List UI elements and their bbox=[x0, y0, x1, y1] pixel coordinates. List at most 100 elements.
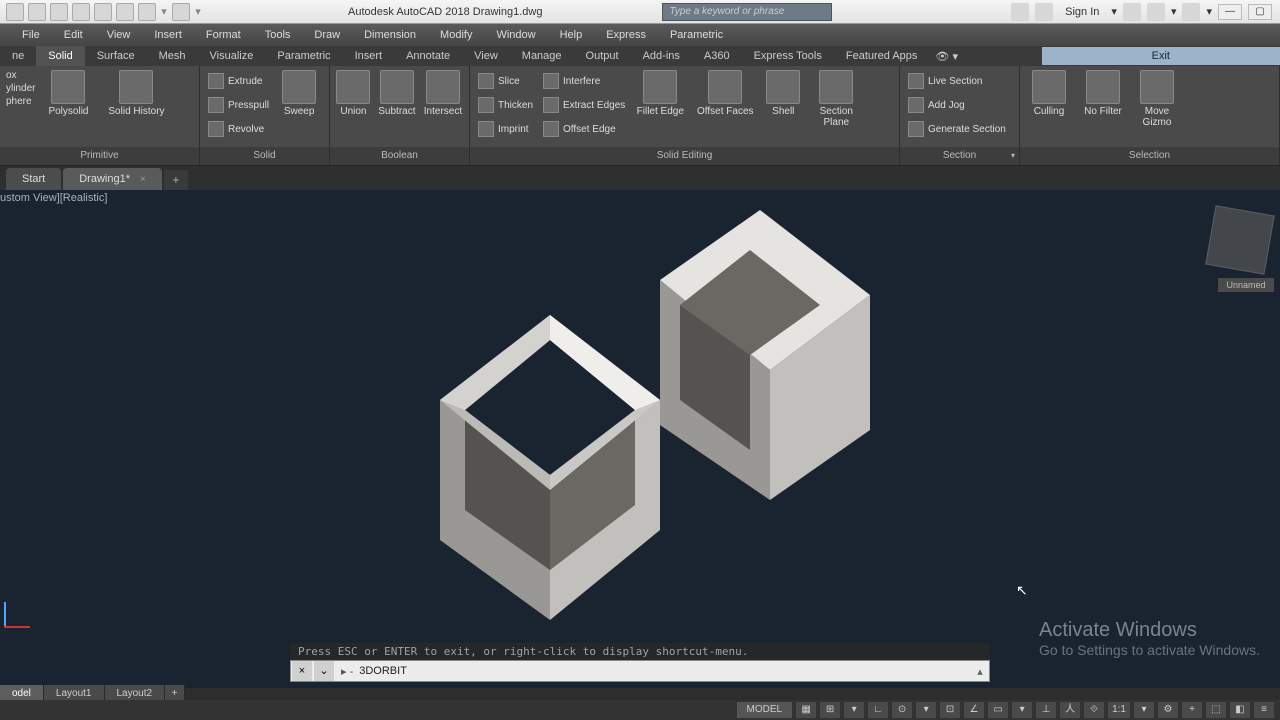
tab-start[interactable]: Start bbox=[6, 168, 61, 190]
exit-button[interactable]: Exit bbox=[1042, 47, 1280, 65]
status-scale[interactable]: 1:1 bbox=[1108, 702, 1130, 718]
status-osnap-icon[interactable]: ⊡ bbox=[940, 702, 960, 718]
panel-section-title[interactable]: Section bbox=[900, 147, 1019, 165]
menu-dimension[interactable]: Dimension bbox=[352, 29, 428, 41]
status-snap-icon[interactable]: ⊞ bbox=[820, 702, 840, 718]
ribtab-featured[interactable]: Featured Apps bbox=[834, 46, 930, 66]
status-custom-icon[interactable]: ≡ bbox=[1254, 702, 1274, 718]
intersect-button[interactable]: Intersect bbox=[423, 70, 463, 117]
qat-dropdown-icon[interactable]: ▾ bbox=[160, 5, 168, 18]
menu-parametric[interactable]: Parametric bbox=[658, 29, 735, 41]
sweep-button[interactable]: Sweep bbox=[277, 70, 321, 117]
search-box[interactable]: Type a keyword or phrase bbox=[662, 3, 832, 21]
status-model[interactable]: MODEL bbox=[737, 702, 793, 718]
ribtab-mesh[interactable]: Mesh bbox=[147, 46, 198, 66]
addjog-button[interactable]: Add Jog bbox=[906, 94, 1008, 116]
cloud-dropdown-icon[interactable]: ▾ bbox=[1171, 5, 1177, 18]
viewport-label[interactable]: ustom View][Realistic] bbox=[0, 192, 107, 204]
status-dd3-icon[interactable]: ▾ bbox=[1012, 702, 1032, 718]
command-close-button[interactable]: × bbox=[292, 661, 312, 681]
status-polar-icon[interactable]: ⊙ bbox=[892, 702, 912, 718]
redo-button[interactable] bbox=[172, 3, 190, 21]
status-clean-icon[interactable]: ◧ bbox=[1230, 702, 1250, 718]
status-tpy-icon[interactable]: 人 bbox=[1060, 702, 1080, 718]
help-icon[interactable] bbox=[1182, 3, 1200, 21]
status-dyn-icon[interactable]: ▭ bbox=[988, 702, 1008, 718]
minimize-button[interactable]: — bbox=[1218, 4, 1242, 20]
status-dd4-icon[interactable]: ▾ bbox=[1134, 702, 1154, 718]
status-grid-icon[interactable]: ▦ bbox=[796, 702, 816, 718]
ribtab-solid[interactable]: Solid bbox=[36, 46, 84, 66]
thicken-button[interactable]: Thicken bbox=[476, 94, 535, 116]
union-button[interactable]: Union bbox=[336, 70, 371, 117]
sectionplane-button[interactable]: Section Plane bbox=[809, 70, 863, 128]
qat-dropdown2-icon[interactable]: ▾ bbox=[194, 5, 202, 18]
ribtab-parametric[interactable]: Parametric bbox=[265, 46, 342, 66]
status-anno-icon[interactable]: ⟐ bbox=[1084, 702, 1104, 718]
sphere-button[interactable]: phere bbox=[6, 96, 35, 107]
help-dropdown-icon[interactable]: ▾ bbox=[1206, 5, 1212, 18]
menu-draw[interactable]: Draw bbox=[302, 29, 352, 41]
viewport[interactable]: ustom View][Realistic] Unnamed ↖ Activat… bbox=[0, 190, 1280, 688]
nofilter-button[interactable]: No Filter bbox=[1078, 70, 1128, 117]
maximize-button[interactable]: ▢ bbox=[1248, 4, 1272, 20]
viewcube-label[interactable]: Unnamed bbox=[1218, 278, 1274, 292]
extractedges-button[interactable]: Extract Edges bbox=[541, 94, 627, 116]
ribtab-surface[interactable]: Surface bbox=[85, 46, 147, 66]
menu-format[interactable]: Format bbox=[194, 29, 253, 41]
presspull-button[interactable]: Presspull bbox=[206, 94, 271, 116]
exchange-icon[interactable] bbox=[1011, 3, 1029, 21]
status-lineweight-icon[interactable]: ⊥ bbox=[1036, 702, 1056, 718]
command-history-button[interactable]: ▴ bbox=[971, 665, 989, 678]
undo-button[interactable] bbox=[138, 3, 156, 21]
menu-edit[interactable]: Edit bbox=[52, 29, 95, 41]
tab-drawing1[interactable]: Drawing1*× bbox=[63, 168, 162, 190]
offsetfaces-button[interactable]: Offset Faces bbox=[693, 70, 757, 117]
ribtab-a360[interactable]: A360 bbox=[692, 46, 742, 66]
save-button[interactable] bbox=[72, 3, 90, 21]
status-dd2-icon[interactable]: ▾ bbox=[916, 702, 936, 718]
filletedge-button[interactable]: Fillet Edge bbox=[633, 70, 687, 117]
ribtab-annotate[interactable]: Annotate bbox=[394, 46, 462, 66]
generatesection-button[interactable]: Generate Section bbox=[906, 118, 1008, 140]
interfere-button[interactable]: Interfere bbox=[541, 70, 627, 92]
status-plus-icon[interactable]: + bbox=[1182, 702, 1202, 718]
status-3dosnap-icon[interactable]: ∠ bbox=[964, 702, 984, 718]
status-iso-icon[interactable]: ⬚ bbox=[1206, 702, 1226, 718]
signin-dropdown-icon[interactable]: ▾ bbox=[1111, 5, 1117, 18]
offsetedge-button[interactable]: Offset Edge bbox=[541, 118, 627, 140]
ribtab-home[interactable]: ne bbox=[0, 46, 36, 66]
menu-insert[interactable]: Insert bbox=[142, 29, 194, 41]
movegizmo-button[interactable]: Move Gizmo bbox=[1134, 70, 1180, 128]
ribtab-output[interactable]: Output bbox=[574, 46, 631, 66]
tab-close-icon[interactable]: × bbox=[140, 174, 146, 185]
ribtab-view[interactable]: View bbox=[462, 46, 510, 66]
extrude-button[interactable]: Extrude bbox=[206, 70, 271, 92]
solidhistory-button[interactable]: Solid History bbox=[101, 70, 171, 117]
new-button[interactable] bbox=[28, 3, 46, 21]
imprint-button[interactable]: Imprint bbox=[476, 118, 535, 140]
slice-button[interactable]: Slice bbox=[476, 70, 535, 92]
menu-file[interactable]: File bbox=[10, 29, 52, 41]
saveas-button[interactable] bbox=[94, 3, 112, 21]
revolve-button[interactable]: Revolve bbox=[206, 118, 271, 140]
status-dd1-icon[interactable]: ▾ bbox=[844, 702, 864, 718]
command-options-button[interactable]: ⌄ bbox=[314, 661, 334, 681]
culling-button[interactable]: Culling bbox=[1026, 70, 1072, 117]
user-icon[interactable] bbox=[1035, 3, 1053, 21]
subtract-button[interactable]: Subtract bbox=[377, 70, 417, 117]
cart-icon[interactable] bbox=[1123, 3, 1141, 21]
menu-express[interactable]: Express bbox=[594, 29, 658, 41]
tab-add-button[interactable]: + bbox=[164, 170, 188, 190]
ribtab-express[interactable]: Express Tools bbox=[742, 46, 834, 66]
ribtab-addins[interactable]: Add-ins bbox=[631, 46, 692, 66]
box-button[interactable]: ox bbox=[6, 70, 35, 81]
ribtab-toggle-icon[interactable]: 👁 ▾ bbox=[929, 46, 964, 66]
ribtab-manage[interactable]: Manage bbox=[510, 46, 574, 66]
cylinder-button[interactable]: ylinder bbox=[6, 83, 35, 94]
livesection-button[interactable]: Live Section bbox=[906, 70, 1008, 92]
menu-window[interactable]: Window bbox=[484, 29, 547, 41]
polysolid-button[interactable]: Polysolid bbox=[41, 70, 95, 117]
ribtab-visualize[interactable]: Visualize bbox=[198, 46, 266, 66]
viewcube[interactable] bbox=[1205, 205, 1275, 275]
